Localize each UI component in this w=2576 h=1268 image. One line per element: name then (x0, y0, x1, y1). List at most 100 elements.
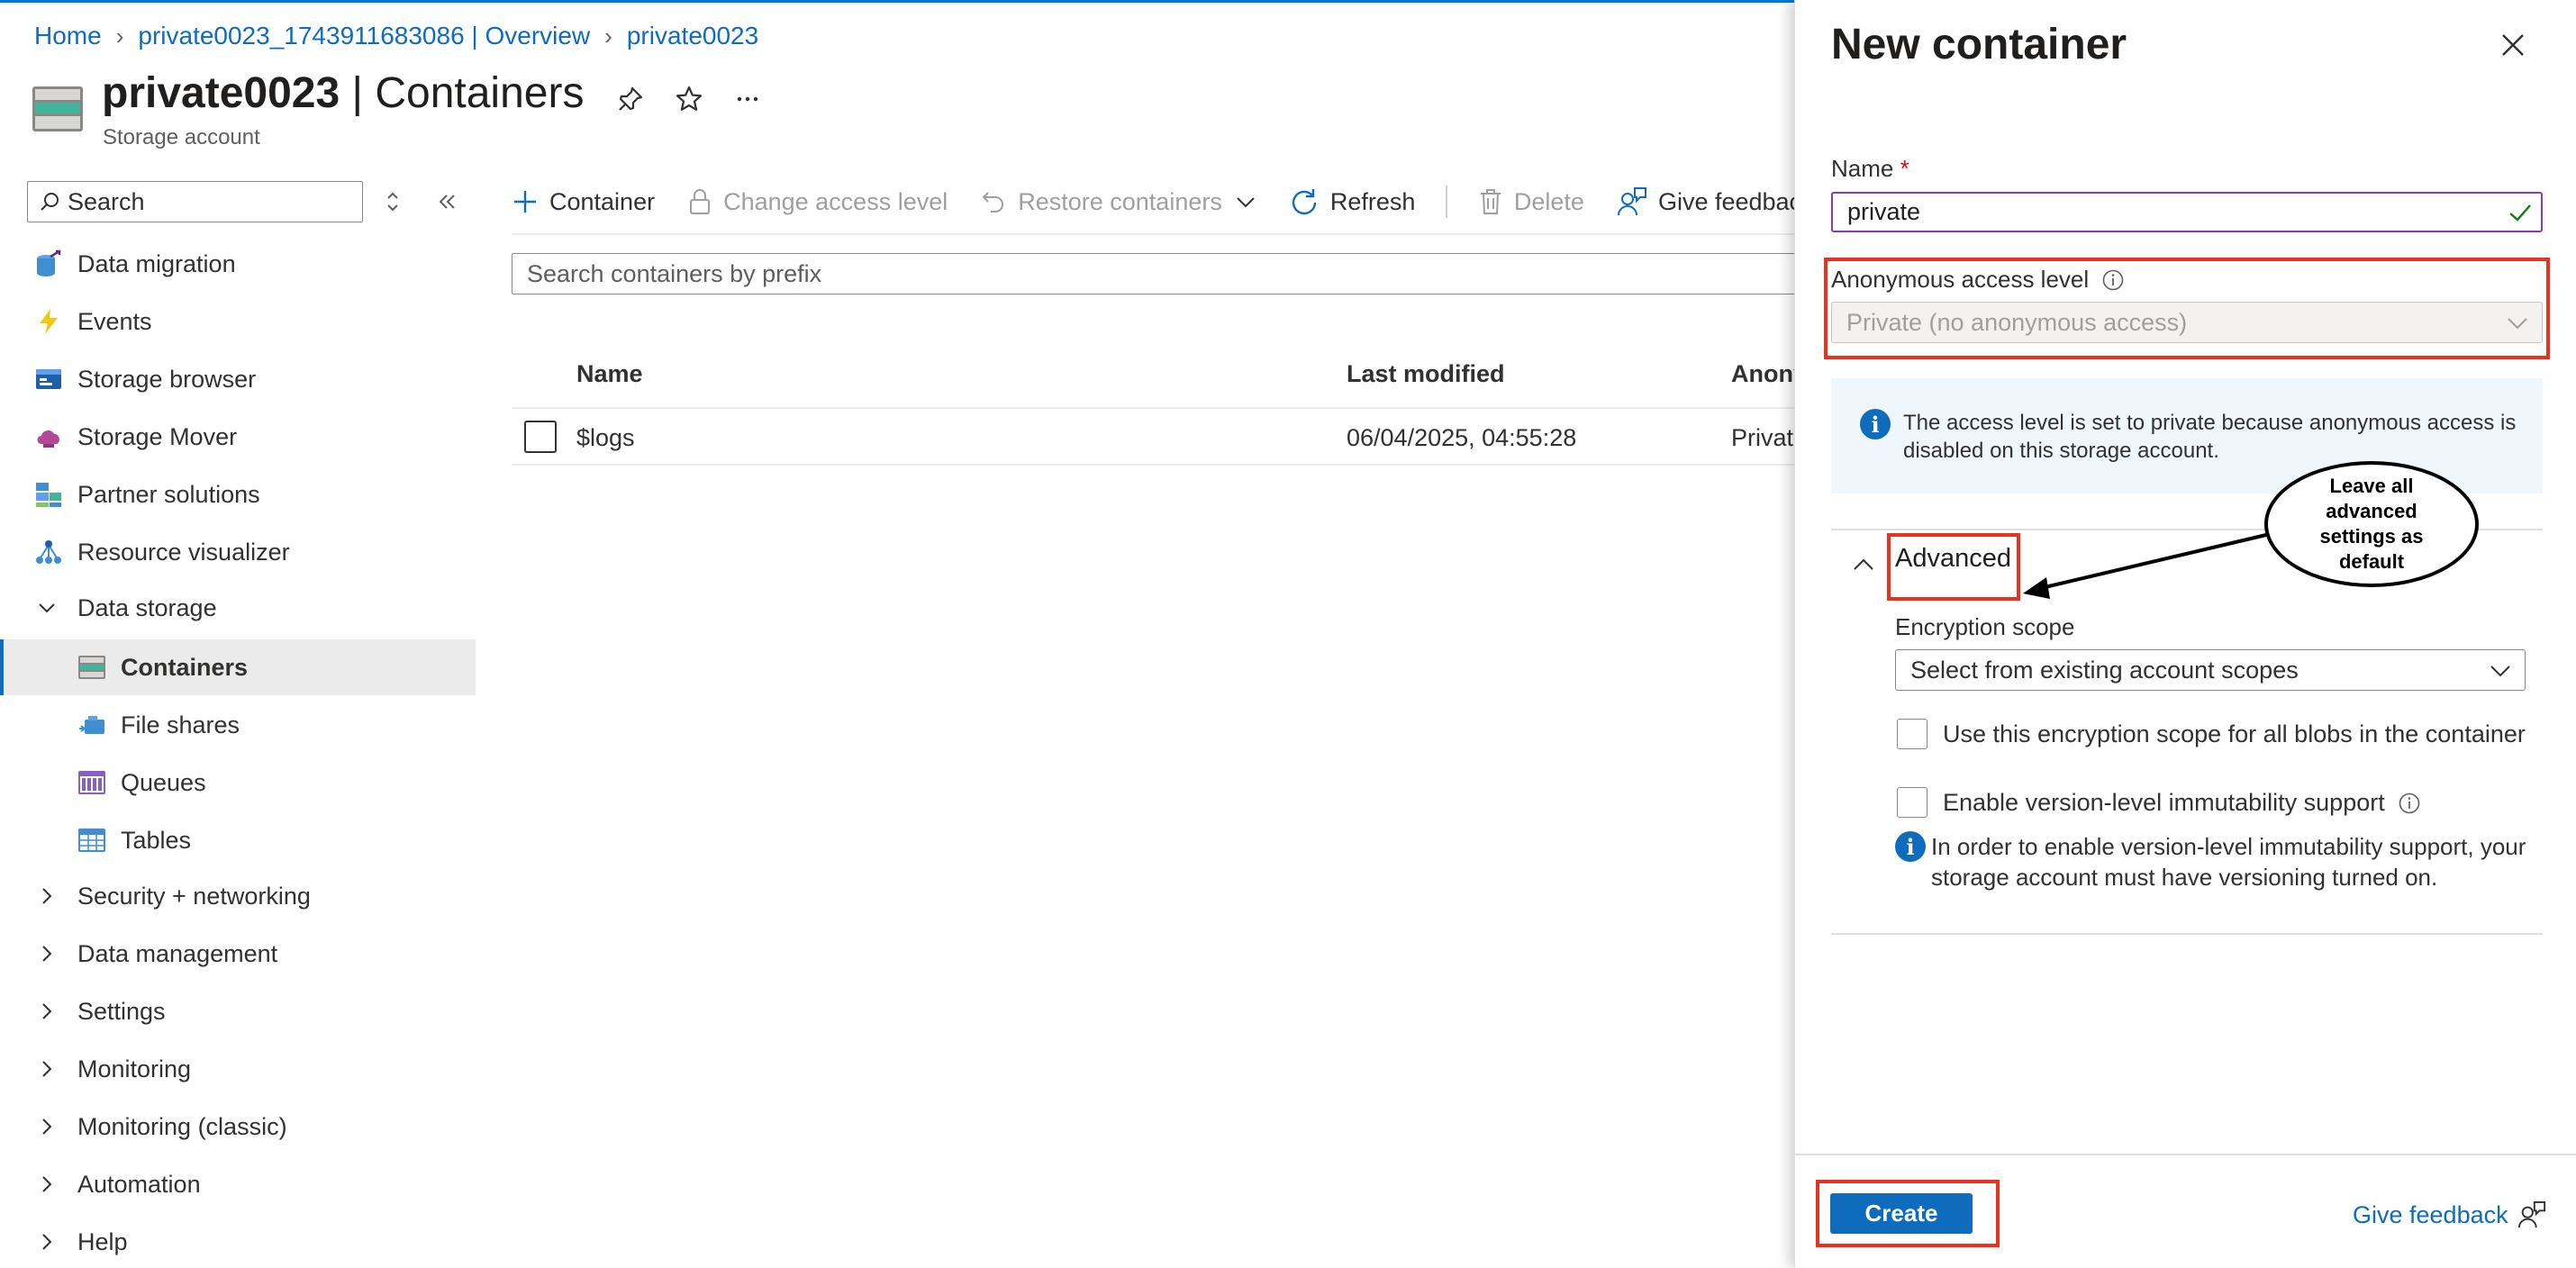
add-container-button[interactable]: Container (512, 188, 655, 216)
collapse-sidebar-icon[interactable] (431, 186, 463, 218)
star-icon[interactable] (671, 81, 707, 117)
chevron-right-icon: › (604, 22, 612, 50)
version-immutability-checkbox[interactable] (1897, 787, 1927, 818)
breadcrumb-overview[interactable]: private0023_1743911683086 | Overview (138, 22, 590, 50)
breadcrumb-account[interactable]: private0023 (627, 22, 758, 50)
refresh-button[interactable]: Refresh (1289, 186, 1416, 217)
sidebar-item-containers[interactable]: Containers (0, 639, 476, 695)
delete-button[interactable]: Delete (1478, 187, 1584, 216)
sidebar-item-events[interactable]: Events (0, 294, 476, 349)
name-field-label: Name * (1831, 155, 1909, 183)
page-title: private0023 | Containers (102, 68, 584, 118)
chevron-right-icon (36, 1001, 58, 1022)
tables-icon (77, 826, 106, 855)
undo-icon (982, 192, 1004, 213)
sidebar-item-resource-visualizer[interactable]: Resource visualizer (0, 524, 476, 580)
sidebar-group-data-management[interactable]: Data management (0, 926, 476, 982)
close-icon[interactable] (2495, 27, 2531, 63)
partner-solutions-icon (34, 480, 63, 509)
column-header-name[interactable]: Name (576, 360, 643, 388)
chevron-up-icon[interactable] (1850, 551, 1877, 578)
sidebar-item-label: Data migration (77, 249, 236, 277)
immutability-note: In order to enable version-level immutab… (1931, 833, 2526, 891)
trash-icon (1480, 189, 1501, 214)
chevron-right-icon (36, 885, 58, 907)
sort-updown-icon[interactable] (376, 186, 409, 218)
sidebar-item-label: Resource visualizer (77, 538, 290, 566)
panel-footer-divider (1794, 1154, 2576, 1155)
storage-account-icon (32, 86, 83, 131)
sidebar-group-label: Data storage (77, 593, 217, 621)
container-prefix-placeholder: Search containers by prefix (527, 259, 822, 287)
pin-icon[interactable] (612, 81, 649, 117)
sidebar-search[interactable]: Search (27, 181, 363, 222)
refresh-label: Refresh (1329, 187, 1416, 215)
events-icon (34, 307, 63, 336)
panel-title: New container (1831, 21, 2127, 68)
info-message-text: The access level is set to private becau… (1903, 411, 2517, 463)
use-scope-for-all-blobs-checkbox[interactable] (1897, 719, 1927, 749)
row-checkbox[interactable] (524, 421, 557, 453)
encryption-scope-select[interactable]: Select from existing account scopes (1895, 649, 2526, 691)
give-feedback-button[interactable]: Give feedback (1617, 186, 1814, 217)
use-scope-for-all-blobs-label[interactable]: Use this encryption scope for all blobs … (1943, 720, 2526, 748)
file-shares-icon (77, 711, 106, 739)
sidebar-item-partner-solutions[interactable]: Partner solutions (0, 466, 476, 522)
highlight-create-button (1816, 1180, 2000, 1247)
sidebar-group-automation[interactable]: Automation (0, 1156, 476, 1212)
container-name-input[interactable]: private (1831, 192, 2543, 232)
chevron-right-icon (36, 1173, 58, 1195)
more-options-icon[interactable] (730, 81, 766, 117)
page-title-section: | Containers (340, 69, 585, 117)
breadcrumb-home[interactable]: Home (34, 22, 102, 50)
panel-give-feedback-link[interactable]: Give feedback (2353, 1200, 2546, 1229)
sidebar-group-settings[interactable]: Settings (0, 983, 476, 1039)
sidebar-group-label: Data management (77, 939, 278, 967)
info-icon: i (1895, 831, 1926, 862)
encryption-scope-label: Encryption scope (1895, 613, 2075, 640)
checkmark-icon (2509, 204, 2531, 222)
page-title-name: private0023 (102, 69, 340, 117)
highlight-advanced (1887, 533, 2020, 601)
sidebar-group-data-storage[interactable]: Data storage (0, 580, 476, 636)
container-name-link[interactable]: $logs (576, 424, 635, 452)
lock-icon (690, 189, 711, 214)
encryption-scope-placeholder: Select from existing account scopes (1910, 656, 2299, 684)
chevron-right-icon (36, 1058, 58, 1080)
sidebar-group-monitoring-classic[interactable]: Monitoring (classic) (0, 1099, 476, 1155)
data-migration-icon (34, 249, 63, 278)
restore-containers-button[interactable]: Restore containers (980, 188, 1256, 216)
info-icon: i (1860, 409, 1891, 439)
sidebar-item-label: Queues (121, 768, 206, 796)
sidebar-item-data-migration[interactable]: Data migration (0, 236, 476, 292)
sidebar-item-file-shares[interactable]: File shares (0, 697, 476, 753)
chevron-right-icon: › (115, 22, 124, 50)
sidebar-item-storage-mover[interactable]: Storage Mover (0, 409, 476, 465)
sidebar-group-label: Monitoring (classic) (77, 1112, 287, 1140)
sidebar-item-storage-browser[interactable]: Storage browser (0, 351, 476, 407)
sidebar-item-label: Events (77, 307, 152, 335)
refresh-icon (1292, 189, 1317, 215)
sidebar-item-label: Storage browser (77, 365, 257, 393)
plus-icon (514, 191, 536, 213)
sidebar-group-monitoring[interactable]: Monitoring (0, 1041, 476, 1097)
version-immutability-label[interactable]: Enable version-level immutability suppor… (1943, 789, 2421, 817)
breadcrumb: Home › private0023_1743911683086 | Overv… (34, 20, 758, 52)
table-row-divider (512, 464, 1794, 466)
sidebar-group-label: Monitoring (77, 1055, 192, 1082)
column-header-last-modified[interactable]: Last modified (1347, 360, 1505, 388)
sidebar-group-label: Settings (77, 997, 166, 1025)
highlight-access-level (1824, 258, 2550, 359)
change-access-level-label: Change access level (723, 187, 948, 215)
sidebar-item-queues[interactable]: Queues (0, 755, 476, 811)
container-prefix-search[interactable]: Search containers by prefix (512, 253, 1800, 294)
sidebar-item-tables[interactable]: Tables (0, 812, 476, 868)
sidebar-group-help[interactable]: Help (0, 1214, 476, 1268)
change-access-level-button[interactable]: Change access level (687, 187, 948, 216)
sidebar-group-security-networking[interactable]: Security + networking (0, 868, 476, 924)
info-outline-icon[interactable] (2398, 792, 2421, 815)
toolbar-divider-line (512, 233, 1794, 235)
containers-icon (77, 653, 106, 682)
search-icon (41, 193, 59, 211)
chevron-right-icon (36, 943, 58, 965)
